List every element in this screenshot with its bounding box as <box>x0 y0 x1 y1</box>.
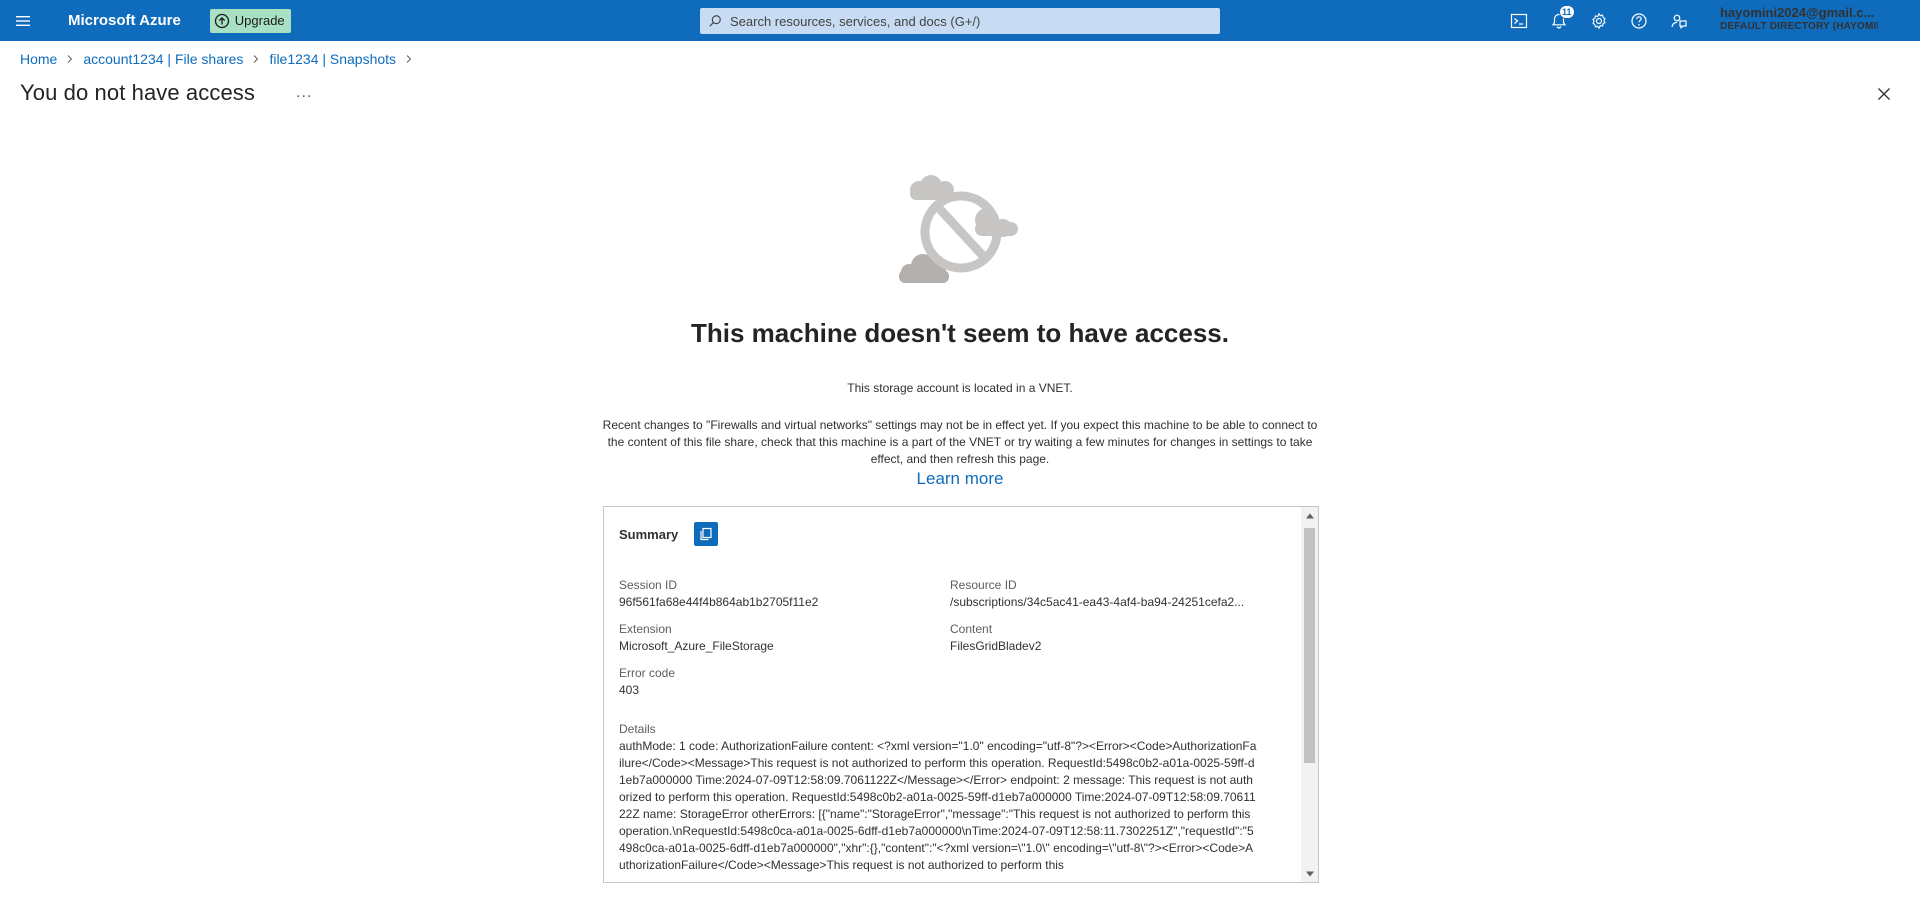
gear-icon <box>1592 12 1606 29</box>
extension-field: Extension Microsoft_Azure_FileStorage <box>619 621 939 655</box>
chevron-right-icon <box>65 54 75 64</box>
close-blade-button[interactable] <box>1874 84 1894 104</box>
account-directory: DEFAULT DIRECTORY (HAYOMINI... <box>1720 21 1878 32</box>
cloud-shell-icon <box>1510 13 1528 28</box>
error-summary-panel: Summary Session ID 96f561fa68e44f4b864ab… <box>603 506 1319 883</box>
scroll-thumb[interactable] <box>1304 528 1315 763</box>
extension-value: Microsoft_Azure_FileStorage <box>619 639 774 653</box>
resource-id-label: Resource ID <box>950 578 1017 592</box>
resource-id-field: Resource ID /subscriptions/34c5ac41-ea43… <box>950 577 1270 611</box>
upgrade-button[interactable]: Upgrade <box>209 8 291 33</box>
global-search[interactable] <box>700 8 1220 34</box>
copy-summary-button[interactable] <box>694 522 719 546</box>
learn-more-link[interactable]: Learn more <box>917 469 1004 488</box>
upgrade-label: Upgrade <box>234 13 285 28</box>
copy-icon <box>700 527 712 541</box>
caret-down-icon <box>1305 871 1314 876</box>
upgrade-arrow-icon <box>214 13 229 28</box>
help-button[interactable] <box>1619 0 1659 41</box>
portal-menu-button[interactable] <box>0 0 46 41</box>
content-field: Content FilesGridBladev2 <box>950 621 1270 655</box>
search-icon <box>709 15 721 27</box>
error-heading: This machine doesn't seem to have access… <box>691 318 1229 348</box>
error-code-label: Error code <box>619 666 676 680</box>
close-icon <box>1878 88 1890 100</box>
page-title: You do not have access <box>20 80 256 105</box>
brand-link[interactable]: Microsoft Azure <box>68 12 181 29</box>
breadcrumb-snapshots[interactable]: file1234 | Snapshots <box>269 51 396 67</box>
breadcrumb-file-shares[interactable]: account1234 | File shares <box>83 51 243 67</box>
hamburger-icon <box>16 15 30 26</box>
chevron-right-icon <box>251 54 261 64</box>
details-value: authMode: 1 code: AuthorizationFailure c… <box>619 739 1257 872</box>
session-id-value: 96f561fa68e44f4b864ab1b2705f11e2 <box>619 595 819 609</box>
breadcrumb-home[interactable]: Home <box>20 51 57 67</box>
notification-badge: 11 <box>1559 5 1575 19</box>
account-menu[interactable]: hayomini2024@gmail.c... DEFAULT DIRECTOR… <box>1720 6 1920 34</box>
summary-title: Summary <box>619 526 679 542</box>
vnet-notice: This storage account is located in a VNE… <box>847 381 1073 395</box>
top-bar-actions: 11 <box>1499 0 1699 41</box>
feedback-button[interactable] <box>1659 0 1699 41</box>
settings-button[interactable] <box>1579 0 1619 41</box>
chevron-right-icon <box>404 54 414 64</box>
summary-scrollbar[interactable] <box>1301 507 1318 882</box>
resource-id-value: /subscriptions/34c5ac41-ea43-4af4-ba94-2… <box>950 595 1245 609</box>
session-id-field: Session ID 96f561fa68e44f4b864ab1b2705f1… <box>619 577 939 611</box>
more-options-button[interactable]: ... <box>296 84 312 102</box>
feedback-icon <box>1671 14 1687 29</box>
details-field: Details authMode: 1 code: AuthorizationF… <box>619 721 1259 874</box>
help-icon <box>1631 12 1647 29</box>
search-input[interactable] <box>730 13 1210 29</box>
error-code-field: Error code 403 <box>619 665 939 699</box>
scroll-down-button[interactable] <box>1301 865 1318 882</box>
breadcrumb: Home account1234 | File shares file1234 … <box>20 51 422 67</box>
account-email: hayomini2024@gmail.c... <box>1720 6 1875 20</box>
extension-label: Extension <box>619 622 672 636</box>
content-label: Content <box>950 622 993 636</box>
error-description: Recent changes to "Firewalls and virtual… <box>602 418 1318 466</box>
error-code-value: 403 <box>619 683 640 697</box>
scroll-up-button[interactable] <box>1301 507 1318 524</box>
details-label: Details <box>619 722 656 736</box>
cloud-shell-button[interactable] <box>1499 0 1539 41</box>
no-access-cloud-icon <box>899 175 1018 283</box>
session-id-label: Session ID <box>619 578 678 592</box>
notifications-button[interactable]: 11 <box>1539 0 1579 41</box>
caret-up-icon <box>1305 513 1314 518</box>
content-value: FilesGridBladev2 <box>950 639 1042 653</box>
